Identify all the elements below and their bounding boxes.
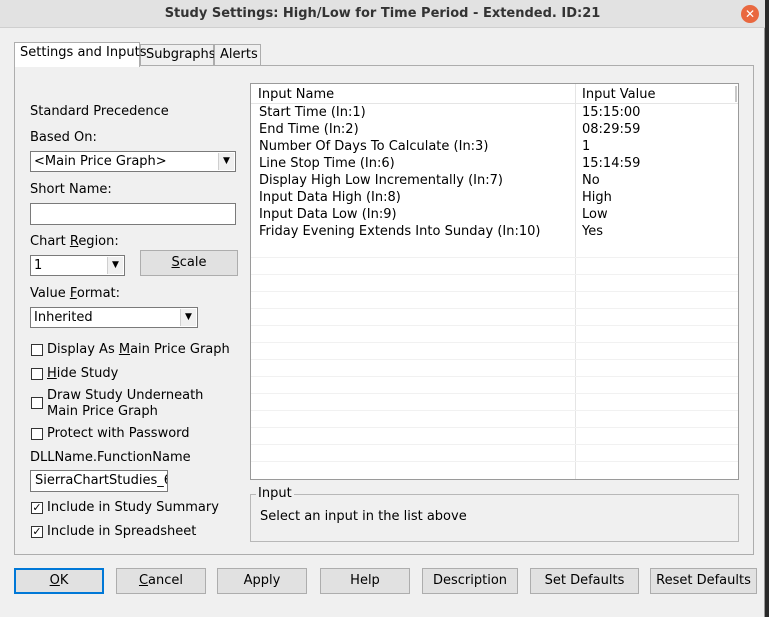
based-on-label: Based On: — [30, 130, 97, 145]
column-header-input-name[interactable]: Input Name — [258, 87, 334, 102]
input-name-cell: Input Data High (In:8) — [259, 190, 401, 205]
cancel-button[interactable]: Cancel — [116, 568, 206, 594]
title-bar[interactable]: Study Settings: High/Low for Time Period… — [0, 0, 765, 28]
input-name-cell: Start Time (In:1) — [259, 105, 366, 120]
grid-line — [251, 444, 738, 445]
chart-region-select[interactable]: 1 ▼ — [30, 255, 125, 276]
hide-study-label: Hide Study — [47, 366, 119, 381]
input-value-cell[interactable]: Low — [582, 207, 608, 222]
display-as-main-price-graph-label: Display As Main Price Graph — [47, 342, 230, 357]
table-row[interactable]: Start Time (In:1) 15:15:00 — [251, 104, 738, 121]
hide-study-checkbox[interactable] — [31, 368, 43, 380]
background-chart-edge — [765, 0, 769, 617]
input-name-cell: Display High Low Incrementally (In:7) — [259, 173, 503, 188]
close-icon[interactable]: ✕ — [741, 5, 759, 23]
input-value-cell[interactable]: 1 — [582, 139, 590, 154]
column-divider — [735, 86, 737, 102]
table-row[interactable]: Input Data High (In:8) High — [251, 189, 738, 206]
input-value-cell[interactable]: Yes — [582, 224, 603, 239]
grid-line — [251, 376, 738, 377]
grid-line — [251, 308, 738, 309]
input-name-cell: Line Stop Time (In:6) — [259, 156, 395, 171]
table-row[interactable]: Display High Low Incrementally (In:7) No — [251, 172, 738, 189]
grid-line — [251, 427, 738, 428]
grid-line — [251, 359, 738, 360]
apply-button[interactable]: Apply — [217, 568, 307, 594]
input-value-cell[interactable]: 08:29:59 — [582, 122, 640, 137]
window-title: Study Settings: High/Low for Time Period… — [164, 6, 601, 21]
inputs-list-header: Input Name Input Value — [251, 84, 738, 104]
include-in-spreadsheet-label: Include in Spreadsheet — [47, 524, 197, 539]
input-group-title: Input — [256, 486, 294, 501]
standard-precedence-label: Standard Precedence — [30, 104, 169, 119]
chart-region-value: 1 — [34, 258, 43, 273]
value-format-select[interactable]: Inherited ▼ — [30, 307, 198, 328]
set-defaults-button[interactable]: Set Defaults — [530, 568, 639, 594]
input-value-cell[interactable]: 15:15:00 — [582, 105, 640, 120]
tab-alerts[interactable]: Alerts — [214, 44, 261, 66]
inputs-list[interactable]: Input Name Input Value Start Time (In:1)… — [250, 83, 739, 480]
include-in-study-summary-label: Include in Study Summary — [47, 500, 219, 515]
input-value-cell[interactable]: No — [582, 173, 600, 188]
grid-line — [251, 393, 738, 394]
chevron-down-icon[interactable]: ▼ — [180, 309, 196, 326]
include-in-spreadsheet-checkbox[interactable]: ✓ — [31, 526, 43, 538]
table-row[interactable]: End Time (In:2) 08:29:59 — [251, 121, 738, 138]
short-name-input[interactable] — [30, 203, 236, 225]
input-name-cell: Number Of Days To Calculate (In:3) — [259, 139, 489, 154]
table-row[interactable]: Friday Evening Extends Into Sunday (In:1… — [251, 223, 738, 240]
display-as-main-price-graph-checkbox[interactable] — [31, 344, 43, 356]
grid-line — [251, 325, 738, 326]
chart-region-label: Chart Region: — [30, 234, 119, 249]
input-name-cell: End Time (In:2) — [259, 122, 359, 137]
study-settings-dialog: Study Settings: High/Low for Time Period… — [0, 0, 765, 617]
dll-function-label: DLLName.FunctionName — [30, 450, 191, 465]
settings-panel: Standard Precedence Based On: <Main Pric… — [14, 65, 754, 555]
scale-button[interactable]: Scale — [140, 250, 238, 276]
grid-line — [251, 410, 738, 411]
tab-subgraphs[interactable]: Subgraphs — [140, 44, 216, 66]
value-format-label: Value Format: — [30, 286, 121, 301]
dll-function-input[interactable]: SierraChartStudies_64 — [30, 470, 168, 492]
chevron-down-icon[interactable]: ▼ — [107, 257, 123, 274]
draw-study-underneath-checkbox[interactable] — [31, 397, 43, 409]
reset-defaults-button[interactable]: Reset Defaults — [650, 568, 757, 594]
table-row[interactable]: Input Data Low (In:9) Low — [251, 206, 738, 223]
grid-line — [251, 257, 738, 258]
include-in-study-summary-checkbox[interactable]: ✓ — [31, 502, 43, 514]
ok-button[interactable]: OK — [14, 568, 104, 594]
input-name-cell: Input Data Low (In:9) — [259, 207, 397, 222]
input-name-cell: Friday Evening Extends Into Sunday (In:1… — [259, 224, 541, 239]
draw-study-underneath-label: Draw Study Underneath Main Price Graph — [47, 388, 204, 419]
column-header-input-value[interactable]: Input Value — [582, 87, 656, 102]
chevron-down-icon[interactable]: ▼ — [218, 153, 234, 170]
input-value-cell[interactable]: High — [582, 190, 612, 205]
grid-line — [251, 291, 738, 292]
input-description-group: Input Select an input in the list above — [250, 486, 739, 542]
table-row[interactable]: Number Of Days To Calculate (In:3) 1 — [251, 138, 738, 155]
value-format-value: Inherited — [34, 310, 93, 325]
based-on-value: <Main Price Graph> — [34, 154, 167, 169]
grid-line — [251, 274, 738, 275]
grid-line — [251, 342, 738, 343]
input-description-text: Select an input in the list above — [260, 509, 467, 524]
description-button[interactable]: Description — [422, 568, 518, 594]
input-value-cell[interactable]: 15:14:59 — [582, 156, 640, 171]
table-row[interactable]: Line Stop Time (In:6) 15:14:59 — [251, 155, 738, 172]
protect-with-password-checkbox[interactable] — [31, 428, 43, 440]
grid-line — [251, 461, 738, 462]
short-name-label: Short Name: — [30, 182, 112, 197]
tab-settings-and-inputs[interactable]: Settings and Inputs — [14, 42, 146, 67]
help-button[interactable]: Help — [320, 568, 410, 594]
protect-with-password-label: Protect with Password — [47, 426, 190, 441]
based-on-select[interactable]: <Main Price Graph> ▼ — [30, 151, 236, 172]
